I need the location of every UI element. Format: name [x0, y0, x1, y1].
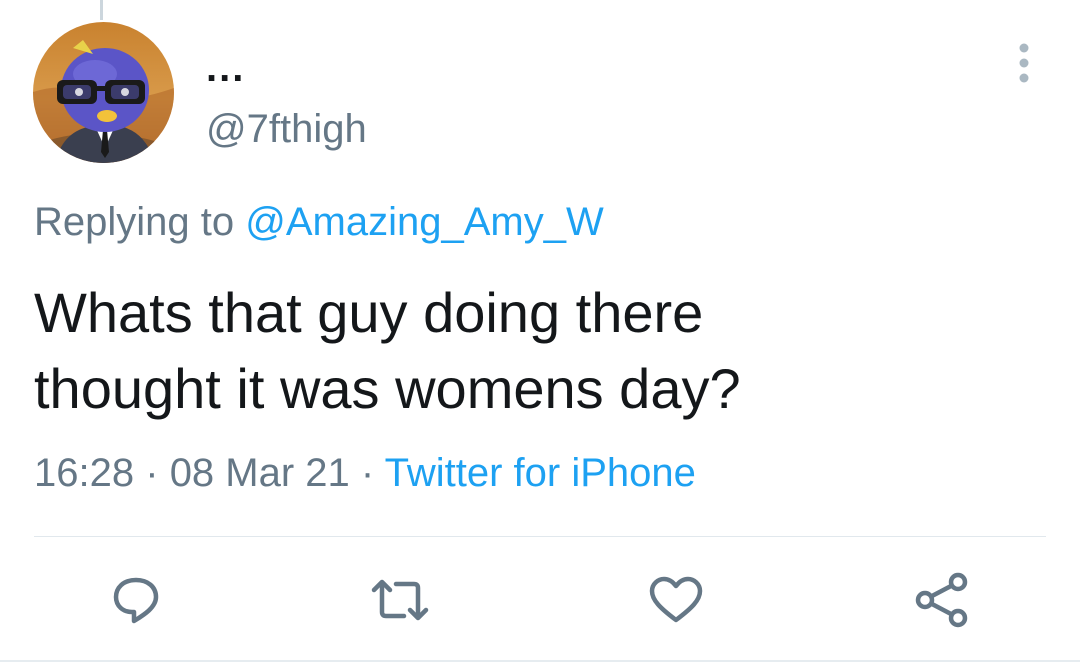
- tweet-meta: 16:28 · 08 Mar 21 · Twitter for iPhone: [34, 450, 696, 496]
- replying-to-mention[interactable]: @Amazing_Amy_W: [245, 200, 603, 244]
- divider: [34, 536, 1046, 537]
- user-handle[interactable]: @7fthigh: [206, 106, 367, 152]
- retweet-icon[interactable]: [368, 572, 432, 628]
- bottom-border: [0, 660, 1080, 662]
- tweet-source[interactable]: Twitter for iPhone: [385, 451, 696, 495]
- replying-to-label: Replying to: [34, 200, 235, 244]
- share-icon[interactable]: [912, 572, 972, 628]
- meta-separator: ·: [360, 451, 375, 495]
- avatar[interactable]: [33, 22, 174, 163]
- display-name[interactable]: ...: [206, 48, 245, 88]
- meta-separator: ·: [145, 451, 159, 495]
- heart-icon[interactable]: [646, 572, 706, 628]
- more-vertical-icon[interactable]: [1010, 40, 1038, 86]
- reply-icon[interactable]: [108, 572, 164, 628]
- tweet-date[interactable]: 08 Mar 21: [170, 451, 350, 495]
- tweet-text: Whats that guy doing there thought it wa…: [34, 281, 741, 420]
- replying-to-line: Replying to @Amazing_Amy_W: [34, 198, 604, 246]
- tweet-time[interactable]: 16:28: [34, 451, 134, 495]
- thread-connector-line: [100, 0, 103, 20]
